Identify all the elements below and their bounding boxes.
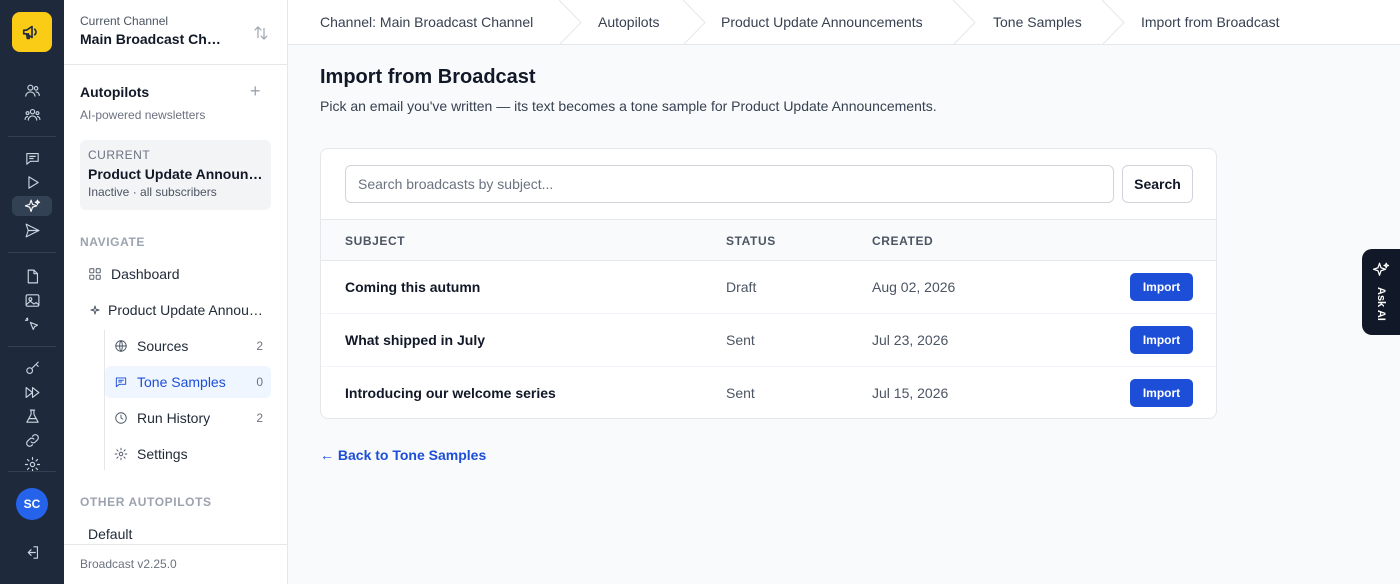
breadcrumb-separator <box>1101 0 1125 46</box>
key-icon[interactable] <box>20 358 44 378</box>
breadcrumb-autopilot[interactable]: Product Update Announcements <box>721 14 923 30</box>
channel-label: Current Channel <box>80 14 169 28</box>
autopilots-title: Autopilots <box>80 84 150 100</box>
sidebar-item-dashboard[interactable]: Dashboard <box>80 262 271 286</box>
dashboard-icon <box>89 268 101 280</box>
ask-ai-button[interactable]: Ask AI <box>1362 249 1400 335</box>
column-subject: SUBJECT <box>345 234 406 248</box>
message-icon[interactable] <box>20 148 44 168</box>
sidebar-item-autopilot[interactable]: Product Update Announcements <box>80 298 271 322</box>
swap-icon[interactable] <box>252 24 272 44</box>
row-created: Jul 15, 2026 <box>872 385 949 401</box>
avatar[interactable]: SC <box>16 488 48 520</box>
image-icon[interactable] <box>20 290 44 310</box>
row-created: Aug 02, 2026 <box>872 279 956 295</box>
breadcrumb: Channel: Main Broadcast Channel Autopilo… <box>288 0 1400 46</box>
users-group-icon[interactable] <box>20 104 44 124</box>
link-icon[interactable] <box>20 430 44 450</box>
navigate-heading: NAVIGATE <box>80 235 146 249</box>
globe-icon <box>115 340 127 352</box>
play-icon[interactable] <box>20 172 44 192</box>
clock-icon <box>115 412 127 424</box>
broadcasts-card: Search SUBJECT STATUS CREATED Coming thi… <box>320 148 1217 419</box>
channel-switcher[interactable]: Current Channel Main Broadcast Channel <box>80 14 272 47</box>
breadcrumb-channel[interactable]: Channel: Main Broadcast Channel <box>320 14 533 30</box>
current-title: Product Update Announcements <box>88 166 263 182</box>
fast-forward-icon[interactable] <box>20 382 44 402</box>
column-created: CREATED <box>872 234 934 248</box>
search-input[interactable] <box>345 165 1114 203</box>
send-icon[interactable] <box>20 220 44 240</box>
sparkles-icon[interactable] <box>12 196 52 216</box>
sidebar-item-run-history[interactable]: Run History 2 <box>105 406 271 430</box>
breadcrumb-separator <box>952 0 976 46</box>
import-button[interactable]: Import <box>1130 326 1193 354</box>
sources-count: 2 <box>256 339 263 353</box>
row-status: Sent <box>726 332 755 348</box>
app-rail: SC <box>0 0 64 584</box>
breadcrumb-current: Import from Broadcast <box>1141 14 1280 30</box>
ask-ai-label: Ask AI <box>1375 287 1387 321</box>
tone-samples-count: 0 <box>256 375 263 389</box>
rail-divider <box>8 136 56 137</box>
autopilots-subtitle: AI-powered newsletters <box>80 108 206 122</box>
row-subject: What shipped in July <box>345 332 486 348</box>
message-icon <box>115 377 127 388</box>
sidebar-item-label: Run History <box>137 410 211 426</box>
other-autopilots-heading: OTHER AUTOPILOTS <box>80 495 212 509</box>
table-row: Coming this autumn Draft Aug 02, 2026 Im… <box>321 261 1216 314</box>
sidebar-item-label: Product Update Announcements <box>108 302 264 318</box>
breadcrumb-separator <box>682 0 706 46</box>
sidebar-item-label: Dashboard <box>111 266 180 282</box>
run-history-count: 2 <box>256 411 263 425</box>
document-icon[interactable] <box>20 266 44 286</box>
add-autopilot-icon[interactable]: + <box>250 82 261 100</box>
divider <box>64 64 287 65</box>
sidebar-item-tone-samples[interactable]: Tone Samples 0 <box>105 366 271 398</box>
search-button[interactable]: Search <box>1122 165 1193 203</box>
sidebar-item-label: Sources <box>137 338 189 354</box>
rail-divider <box>8 471 56 472</box>
sidebar-item-settings[interactable]: Settings <box>105 442 271 466</box>
breadcrumb-separator <box>558 0 582 46</box>
row-status: Draft <box>726 279 757 295</box>
rail-divider <box>8 252 56 253</box>
sidebar-item-label: Settings <box>137 446 188 462</box>
page-subtitle: Pick an email you've written — its text … <box>320 98 937 114</box>
breadcrumb-autopilots[interactable]: Autopilots <box>598 14 659 30</box>
flask-icon[interactable] <box>20 406 44 426</box>
current-label: CURRENT <box>88 148 151 162</box>
sparkle-icon <box>90 305 100 315</box>
back-to-tone-samples-link[interactable]: ← Back to Tone Samples <box>320 447 486 463</box>
gear-icon <box>114 447 128 461</box>
import-button[interactable]: Import <box>1130 379 1193 407</box>
table-row: What shipped in July Sent Jul 23, 2026 I… <box>321 314 1216 367</box>
sidebar-item-default[interactable]: Default <box>80 522 271 546</box>
import-button[interactable]: Import <box>1130 273 1193 301</box>
sidebar-item-label: Tone Samples <box>137 374 226 390</box>
sidebar-item-label: Default <box>88 526 133 542</box>
page-title: Import from Broadcast <box>320 66 536 88</box>
channel-name: Main Broadcast Channel <box>80 31 228 47</box>
megaphone-icon[interactable] <box>12 12 52 52</box>
breadcrumb-tone-samples[interactable]: Tone Samples <box>993 14 1082 30</box>
row-status: Sent <box>726 385 755 401</box>
version-label: Broadcast v2.25.0 <box>80 557 177 571</box>
current-status: Inactive · all subscribers <box>88 185 217 199</box>
sidebar-item-sources[interactable]: Sources 2 <box>105 334 271 358</box>
sidebar: Current Channel Main Broadcast Channel A… <box>64 0 288 584</box>
sparkles-icon <box>1372 262 1390 276</box>
pointer-icon[interactable] <box>20 314 44 334</box>
current-autopilot-card: CURRENT Product Update Announcements Ina… <box>80 140 271 210</box>
divider <box>64 544 287 545</box>
users-icon[interactable] <box>20 80 44 100</box>
logout-icon[interactable] <box>20 542 44 562</box>
row-subject: Coming this autumn <box>345 279 481 295</box>
rail-divider <box>8 346 56 347</box>
row-created: Jul 23, 2026 <box>872 332 949 348</box>
table-row: Introducing our welcome series Sent Jul … <box>321 367 1216 418</box>
column-status: STATUS <box>726 234 776 248</box>
table-header: SUBJECT STATUS CREATED <box>321 219 1216 261</box>
row-subject: Introducing our welcome series <box>345 385 556 401</box>
